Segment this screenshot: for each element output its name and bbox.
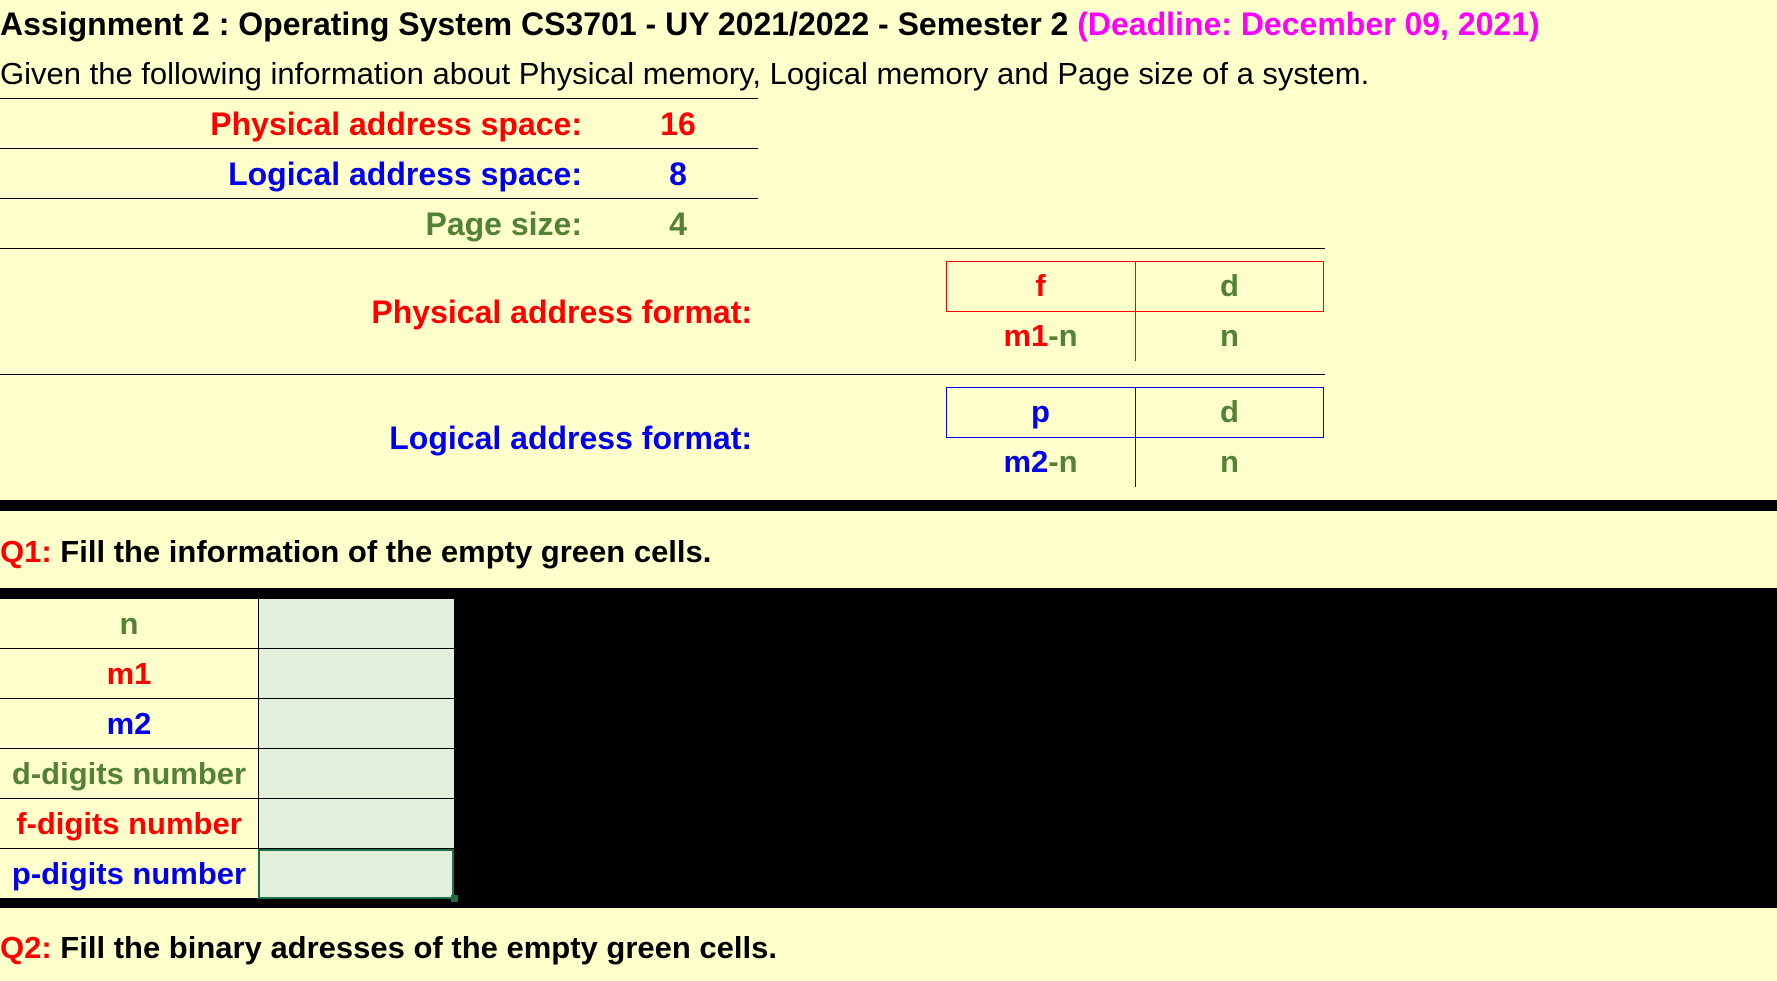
divider xyxy=(0,374,1325,375)
answer-cell-m2[interactable] xyxy=(258,699,454,749)
assignment-title: Assignment 2 : Operating System CS3701 -… xyxy=(0,6,1540,43)
spreadsheet: Assignment 2 : Operating System CS3701 -… xyxy=(0,0,1777,981)
logical-format-box: p d m2-n n xyxy=(946,387,1324,487)
q2-title: Q2: Fill the binary adresses of the empt… xyxy=(0,930,777,966)
physical-format-box: f d m1-n n xyxy=(946,261,1324,361)
divider xyxy=(0,248,1325,249)
physical-format-f[interactable]: f xyxy=(946,261,1135,311)
fill-handle[interactable] xyxy=(451,895,458,902)
row-label-d-digits[interactable]: d-digits number xyxy=(0,749,258,799)
physical-format-label[interactable]: Physical address format: xyxy=(0,294,752,331)
answer-cell-f-digits[interactable] xyxy=(258,799,454,849)
answer-cell-p-digits[interactable] xyxy=(258,849,454,899)
q1-text: Fill the information of the empty green … xyxy=(51,534,712,569)
divider xyxy=(0,198,758,199)
logical-format-m2-n[interactable]: m2-n xyxy=(946,437,1135,487)
physical-space-value[interactable]: 16 xyxy=(628,106,728,143)
page-size-label[interactable]: Page size: xyxy=(0,206,582,243)
row-label-f-digits[interactable]: f-digits number xyxy=(0,799,258,849)
divider xyxy=(0,98,758,99)
divider xyxy=(0,148,758,149)
physical-format-m1-n[interactable]: m1-n xyxy=(946,311,1135,361)
page-size-value[interactable]: 4 xyxy=(628,206,728,243)
physical-format-d[interactable]: d xyxy=(1135,261,1324,311)
q2-text: Fill the binary adresses of the empty gr… xyxy=(51,930,777,965)
row-label-n[interactable]: n xyxy=(0,599,258,649)
logical-space-value[interactable]: 8 xyxy=(628,156,728,193)
row-label-m2[interactable]: m2 xyxy=(0,699,258,749)
logical-format-n[interactable]: n xyxy=(1135,437,1324,487)
logical-format-d[interactable]: d xyxy=(1135,387,1324,437)
logical-format-p[interactable]: p xyxy=(946,387,1135,437)
row-label-m1[interactable]: m1 xyxy=(0,649,258,699)
logical-space-label[interactable]: Logical address space: xyxy=(0,156,582,193)
q1-title: Q1: Fill the information of the empty gr… xyxy=(0,534,711,570)
row-label-p-digits[interactable]: p-digits number xyxy=(0,849,258,899)
m1-text: m1 xyxy=(1003,318,1049,353)
title-text: Assignment 2 : Operating System CS3701 -… xyxy=(0,6,1069,42)
answer-cell-n[interactable] xyxy=(258,599,454,649)
answer-cell-m1[interactable] xyxy=(258,649,454,699)
intro-text: Given the following information about Ph… xyxy=(0,56,1370,91)
deadline-text: (Deadline: December 09, 2021) xyxy=(1077,6,1540,42)
minus-n-text: -n xyxy=(1048,318,1078,353)
answer-cell-d-digits[interactable] xyxy=(258,749,454,799)
physical-space-label[interactable]: Physical address space: xyxy=(0,106,582,143)
q1-number: Q1: xyxy=(0,534,52,569)
logical-format-label[interactable]: Logical address format: xyxy=(0,420,752,457)
m2-text: m2 xyxy=(1003,444,1049,479)
q2-number: Q2: xyxy=(0,930,52,965)
physical-format-n[interactable]: n xyxy=(1135,311,1324,361)
minus-n-text: -n xyxy=(1048,444,1078,479)
